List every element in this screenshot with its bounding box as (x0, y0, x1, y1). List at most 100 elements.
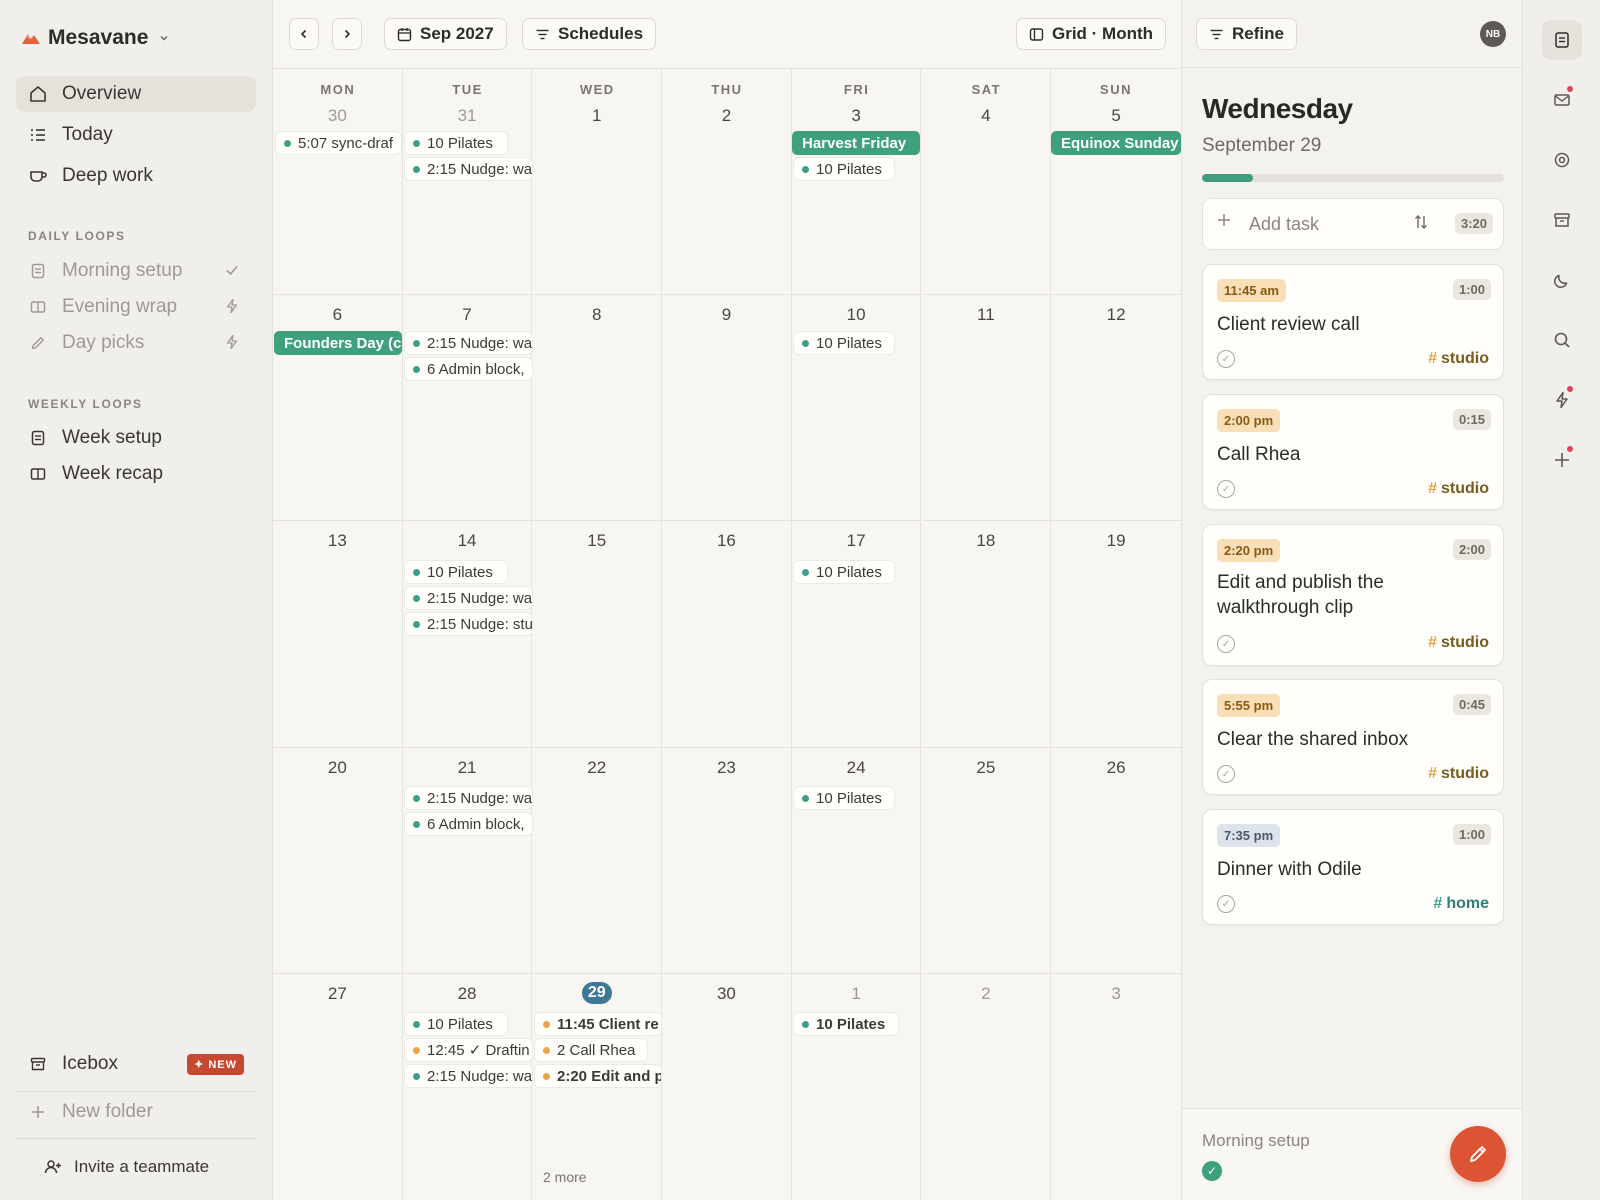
day-cell[interactable]: 13 (273, 521, 403, 748)
day-cell[interactable]: 1 (792, 974, 922, 1200)
schedules-button[interactable]: Schedules (522, 18, 657, 50)
task-tag[interactable]: # home (1433, 895, 1489, 913)
day-cell[interactable]: 30 (273, 69, 403, 295)
day-cell[interactable]: 12 (1051, 295, 1181, 521)
day-cell[interactable]: 2 (922, 974, 1052, 1200)
day-cell[interactable]: 30 (662, 974, 792, 1200)
next-month-button[interactable] (332, 18, 362, 50)
notes-button[interactable] (1542, 20, 1582, 60)
day-cell[interactable]: 22 (532, 748, 663, 974)
event-chip[interactable]: 10 Pilates (405, 132, 507, 154)
event-chip[interactable]: 10 Pilates (794, 1013, 898, 1035)
compose-button[interactable] (1450, 1126, 1506, 1182)
event-chip[interactable]: 12:45 ✓ Draftin (405, 1039, 532, 1061)
event-chip[interactable]: 5:07 sync-draf (276, 132, 401, 154)
task-tag[interactable]: # studio (1428, 480, 1489, 498)
avatar[interactable]: NB (1480, 21, 1506, 47)
task-card[interactable]: 7:35 pm 1:00 Dinner with Odile ✓ # home (1202, 809, 1504, 925)
day-cell[interactable]: 25 (921, 748, 1052, 974)
add-task-input[interactable]: Add task 3:20 (1202, 198, 1504, 250)
event-chip[interactable]: 10 Pilates (405, 1013, 507, 1035)
event-chip[interactable]: 2:15 Nudge: wa (405, 787, 532, 809)
sort-icon[interactable] (1413, 214, 1429, 230)
event-chip[interactable]: 10 Pilates (405, 561, 507, 583)
event-chip[interactable]: 2:15 Nudge: wa (405, 332, 532, 354)
event-chip[interactable]: 10 Pilates (794, 158, 894, 180)
task-card[interactable]: 11:45 am 1:00 Client review call ✓ # stud… (1202, 264, 1504, 380)
event-chip[interactable]: 11:45 Client re (535, 1013, 661, 1035)
day-cell[interactable]: 27 (273, 974, 403, 1200)
task-card[interactable]: 5:55 pm 0:45 Clear the shared inbox ✓ # s… (1202, 679, 1504, 795)
event-chip[interactable]: 2:15 Nudge: wa (405, 587, 532, 609)
day-cell[interactable]: 7 (402, 295, 533, 521)
task-card[interactable]: 2:20 pm 2:00 Edit and publish the walkth… (1202, 524, 1504, 666)
new-folder-button[interactable]: New folder (16, 1094, 256, 1130)
day-cell[interactable]: 11 (921, 295, 1052, 521)
day-cell[interactable]: 16 (662, 521, 792, 748)
day-cell[interactable]: 8 (532, 295, 663, 521)
holiday-banner[interactable]: Equinox Sunday (1051, 131, 1181, 155)
loop-week-recap[interactable]: Week recap (16, 456, 256, 492)
event-chip[interactable]: 2:15 Nudge: wa (405, 158, 532, 180)
event-chip[interactable]: 2:15 Nudge: stu (405, 613, 532, 635)
add-button[interactable] (1542, 440, 1582, 480)
day-cell[interactable]: 9 (662, 295, 792, 521)
task-tag[interactable]: # studio (1428, 350, 1489, 368)
focus-button[interactable] (1542, 140, 1582, 180)
task-tag[interactable]: # studio (1428, 634, 1489, 652)
nav-overview[interactable]: Overview (16, 76, 256, 112)
view-mode-button[interactable]: Grid · Month (1016, 18, 1167, 50)
day-cell[interactable]: 28 (403, 974, 533, 1200)
complete-checkbox[interactable]: ✓ (1217, 350, 1235, 368)
task-tag[interactable]: # studio (1428, 765, 1489, 783)
prev-month-button[interactable] (289, 18, 319, 50)
event-chip[interactable]: 6 Admin block, (405, 813, 532, 835)
day-cell[interactable]: 17 (791, 521, 922, 748)
event-chip[interactable]: 2:20 Edit and p (535, 1065, 661, 1087)
complete-checkbox[interactable]: ✓ (1217, 635, 1235, 653)
task-card[interactable]: 2:00 pm 0:15 Call Rhea ✓ # studio (1202, 394, 1504, 510)
loop-week-setup[interactable]: Week setup (16, 420, 256, 456)
holiday-banner[interactable]: Harvest Friday (792, 131, 920, 155)
loop-day-picks[interactable]: Day picks (16, 325, 256, 361)
day-cell[interactable]: 21 (402, 748, 533, 974)
day-cell[interactable]: 5 (1051, 69, 1181, 295)
workspace-switcher[interactable]: Mesavane (22, 24, 170, 52)
inbox-button[interactable] (1542, 80, 1582, 120)
complete-checkbox[interactable]: ✓ (1217, 895, 1235, 913)
nav-deep-work[interactable]: Deep work (16, 158, 256, 194)
day-cell[interactable]: 4 (921, 69, 1052, 295)
day-cell[interactable]: 6 (273, 295, 403, 521)
loop-morning-setup[interactable]: Morning setup (16, 253, 256, 289)
nav-icebox[interactable]: Icebox ✦ NEW (16, 1046, 256, 1082)
event-chip[interactable]: 10 Pilates (794, 787, 894, 809)
event-chip[interactable]: 6 Admin block, (405, 358, 532, 380)
day-cell[interactable]: 24 (791, 748, 922, 974)
day-cell[interactable]: 18 (921, 521, 1052, 748)
day-cell[interactable]: 3 (1051, 974, 1181, 1200)
day-cell[interactable]: 26 (1051, 748, 1181, 974)
day-cell[interactable]: 2 (662, 69, 792, 295)
day-cell[interactable]: 23 (662, 748, 792, 974)
nav-today[interactable]: Today (16, 117, 256, 153)
loop-evening-wrap[interactable]: Evening wrap (16, 289, 256, 325)
invite-teammate-button[interactable]: Invite a teammate (44, 1157, 209, 1177)
complete-checkbox[interactable]: ✓ (1217, 480, 1235, 498)
event-chip[interactable]: 2:15 Nudge: wa (405, 1065, 532, 1087)
day-cell[interactable]: 31 (402, 69, 533, 295)
event-chip[interactable]: 2 Call Rhea (535, 1039, 647, 1061)
event-chip[interactable]: 10 Pilates (794, 332, 894, 354)
search-button[interactable] (1542, 320, 1582, 360)
holiday-banner[interactable]: Founders Day (c (274, 331, 402, 355)
day-cell[interactable]: 3 (791, 69, 922, 295)
day-cell[interactable]: 10 (791, 295, 922, 521)
complete-checkbox[interactable]: ✓ (1217, 765, 1235, 783)
day-cell[interactable]: 19 (1051, 521, 1181, 748)
event-chip[interactable]: 10 Pilates (794, 561, 894, 583)
more-events-link[interactable]: 2 more (543, 1169, 587, 1185)
done-check-icon[interactable]: ✓ (1202, 1161, 1222, 1181)
day-cell[interactable]: 1 (532, 69, 663, 295)
month-picker-button[interactable]: Sep 2027 (384, 18, 507, 50)
archive-button[interactable] (1542, 200, 1582, 240)
day-cell[interactable]: 20 (273, 748, 403, 974)
